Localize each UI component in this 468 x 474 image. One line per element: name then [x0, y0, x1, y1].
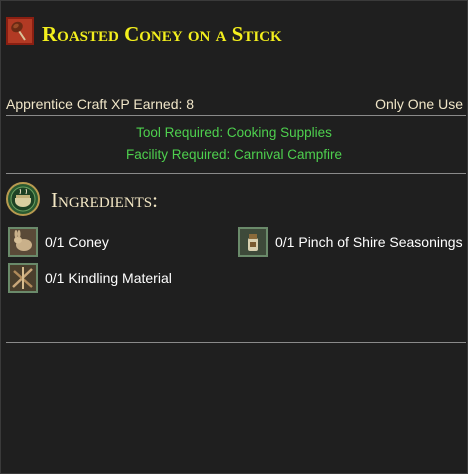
recipe-tooltip: Roasted Coney on a Stick Apprentice Craf…	[0, 0, 468, 474]
divider	[6, 115, 466, 116]
facility-requirement: Facility Required: Carnival Campfire	[125, 147, 343, 162]
roasted-coney-icon	[6, 17, 34, 45]
tool-requirement: Tool Required: Cooking Supplies	[136, 125, 332, 140]
use-limit-label: Only One Use	[375, 96, 463, 112]
kindling-icon	[8, 263, 38, 293]
seasonings-icon	[238, 227, 268, 257]
recipe-title: Roasted Coney on a Stick	[42, 22, 282, 46]
coney-icon	[8, 227, 38, 257]
divider	[6, 342, 466, 343]
craft-xp-label: Apprentice Craft XP Earned: 8	[6, 96, 195, 112]
ingredient-label: 0/1 Kindling Material	[45, 270, 172, 286]
ingredient-item[interactable]: 0/1 Kindling Material	[8, 263, 172, 293]
divider	[6, 173, 466, 174]
ingredient-label: 0/1 Coney	[45, 234, 109, 250]
ingredient-item[interactable]: 0/1 Coney	[8, 227, 109, 257]
ingredients-pot-icon	[5, 181, 41, 217]
ingredients-heading: Ingredients:	[51, 188, 158, 212]
ingredient-label: 0/1 Pinch of Shire Seasonings	[275, 234, 463, 250]
ingredient-item[interactable]: 0/1 Pinch of Shire Seasonings	[238, 227, 463, 257]
